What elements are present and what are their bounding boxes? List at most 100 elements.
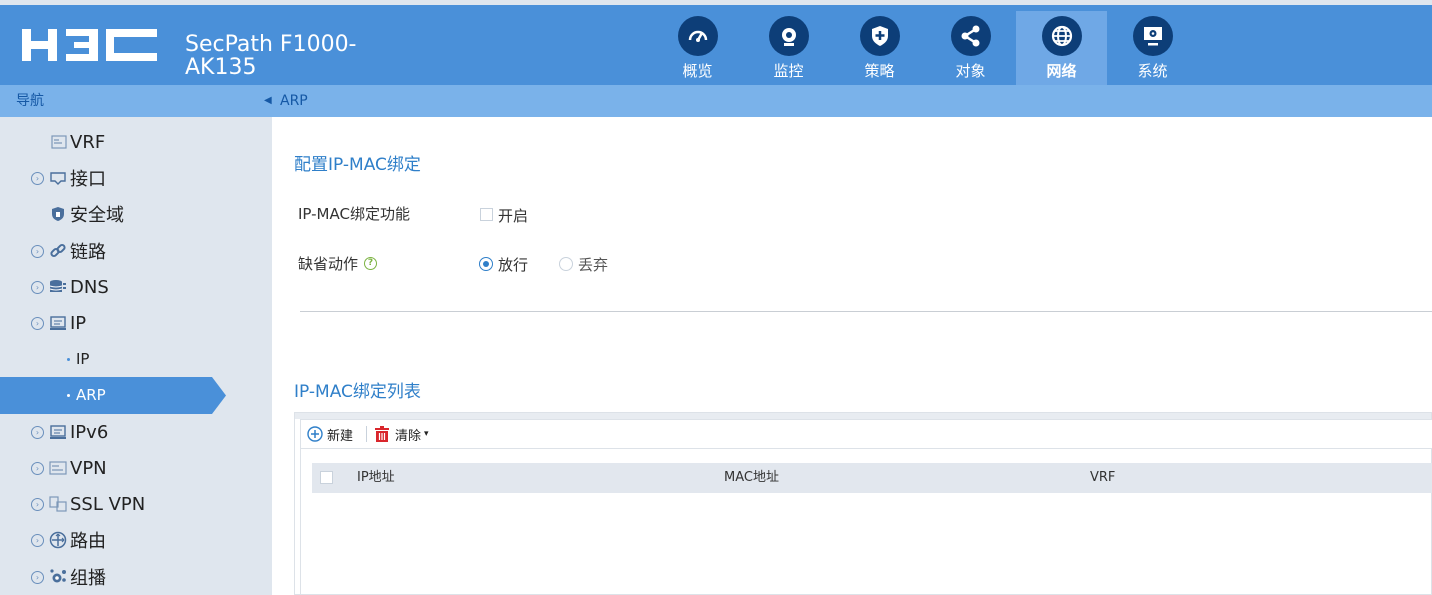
sidebar-item-label: SSL VPN (70, 493, 146, 515)
sidebar-item-label: IP (76, 350, 90, 368)
drop-radio[interactable] (559, 257, 573, 271)
nav-object-label: 对象 (955, 62, 986, 80)
add-circle-icon (307, 426, 323, 442)
multicast-icon (49, 568, 67, 586)
ssl-vpn-icon (49, 495, 67, 513)
sidebar-subitem-arp[interactable]: ARP (0, 377, 272, 413)
table-header-row: IP地址 MAC地址 VRF (312, 463, 1432, 493)
bullet-icon (67, 393, 70, 397)
sidebar-item-label: ARP (76, 386, 106, 404)
caret-down-icon: ▾ (424, 429, 429, 439)
expand-icon[interactable]: › (31, 280, 44, 294)
nav-overview[interactable]: 概览 (652, 11, 743, 85)
clear-button[interactable]: 清除 ▾ (374, 420, 429, 448)
nav-network[interactable]: 网络 (1016, 11, 1107, 85)
h3c-logo (22, 29, 157, 61)
ip-icon (49, 314, 67, 332)
link-icon (49, 242, 67, 260)
header-top-strip (0, 0, 1432, 5)
allow-radio[interactable] (479, 257, 493, 271)
sidebar-item-label: VPN (70, 457, 107, 479)
interface-icon (49, 169, 67, 187)
help-icon[interactable]: ? (364, 257, 377, 270)
sidebar-item-vpn[interactable]: › VPN (0, 450, 272, 486)
nav-monitor-label: 监控 (773, 62, 804, 80)
vrf-icon (50, 133, 68, 151)
product-name-line1: SecPath F1000- (185, 32, 357, 57)
sidebar-item-security-zone[interactable]: 安全域 (0, 196, 272, 232)
sidebar-item-label: 路由 (70, 531, 106, 552)
config-section-title: 配置IP-MAC绑定 (294, 155, 421, 175)
sidebar-item-label: VRF (70, 131, 106, 153)
dns-icon (49, 278, 67, 296)
toolbar-separator (366, 426, 367, 442)
top-nav: 概览 监控 策略 对象 网络 系统 (652, 11, 1198, 85)
sidebar-subitem-ip[interactable]: IP (0, 341, 272, 377)
sidebar: 导航 ◀ VRF › 接口 安全域 › 链路 › DNS › IP IP ARP… (0, 85, 272, 595)
sidebar-item-ssl-vpn[interactable]: › SSL VPN (0, 486, 272, 522)
sidebar-header: 导航 ◀ (0, 85, 272, 117)
nav-policy-label: 策略 (864, 62, 895, 80)
sidebar-item-ipv6[interactable]: › IPv6 (0, 414, 272, 450)
nav-monitor[interactable]: 监控 (743, 11, 834, 85)
shield-plus-icon (859, 16, 900, 56)
sidebar-item-ip[interactable]: › IP (0, 305, 272, 341)
sidebar-item-vrf[interactable]: VRF (0, 124, 272, 160)
routing-icon (49, 531, 67, 549)
list-section-title: IP-MAC绑定列表 (294, 382, 421, 402)
sidebar-item-label: 接口 (70, 169, 106, 190)
nav-policy[interactable]: 策略 (834, 11, 925, 85)
collapse-icon[interactable]: › (31, 316, 44, 330)
column-header-mac[interactable]: MAC地址 (724, 463, 779, 493)
gauge-icon (677, 16, 718, 56)
binding-table: 新建 清除 ▾ IP地址 MAC地址 VRF (294, 412, 1432, 595)
nav-system-label: 系统 (1137, 62, 1168, 80)
globe-icon (1041, 16, 1082, 56)
breadcrumb-bar: ARP (272, 85, 1432, 117)
new-button[interactable]: 新建 (307, 420, 353, 448)
select-all-checkbox[interactable] (320, 471, 333, 484)
breadcrumb: ARP (280, 93, 308, 109)
vpn-icon (49, 459, 67, 477)
clear-button-label: 清除 (395, 428, 422, 444)
share-icon (950, 16, 991, 56)
column-header-vrf[interactable]: VRF (1090, 463, 1115, 493)
security-zone-icon (49, 205, 67, 223)
ipv6-icon (49, 423, 67, 441)
sidebar-item-label: 组播 (70, 568, 106, 589)
column-header-ip[interactable]: IP地址 (357, 463, 395, 493)
allow-radio-label[interactable]: 放行 (498, 254, 528, 275)
expand-icon[interactable]: › (31, 570, 44, 584)
expand-icon[interactable]: › (31, 244, 44, 258)
expand-icon[interactable]: › (31, 461, 44, 475)
expand-icon[interactable]: › (31, 533, 44, 547)
default-action-label: 缺省动作 (298, 255, 359, 273)
expand-icon[interactable]: › (31, 497, 44, 511)
expand-icon[interactable]: › (31, 171, 44, 185)
monitor-settings-icon (1132, 16, 1173, 56)
enable-binding-option-label[interactable]: 开启 (498, 205, 528, 226)
sidebar-item-routing[interactable]: › 路由 (0, 522, 272, 558)
sidebar-item-label: IP (70, 312, 87, 334)
expand-icon[interactable]: › (31, 425, 44, 439)
sidebar-item-link[interactable]: › 链路 (0, 233, 272, 269)
nav-object[interactable]: 对象 (925, 11, 1016, 85)
top-header: SecPath F1000- AK135 概览 监控 策略 对象 网络 系统 (0, 0, 1432, 85)
binding-function-label: IP-MAC绑定功能 (298, 205, 410, 223)
trash-icon (374, 425, 390, 443)
sidebar-item-label: IPv6 (70, 421, 109, 443)
sidebar-item-label: 安全域 (70, 205, 124, 226)
nav-overview-label: 概览 (682, 62, 713, 80)
webcam-icon (768, 16, 809, 56)
nav-system[interactable]: 系统 (1107, 11, 1198, 85)
sidebar-item-dns[interactable]: › DNS (0, 269, 272, 305)
bullet-icon (67, 357, 70, 361)
enable-binding-checkbox[interactable] (480, 208, 493, 221)
sidebar-item-multicast[interactable]: › 组播 (0, 559, 272, 595)
drop-radio-label[interactable]: 丢弃 (578, 254, 608, 275)
product-name-line2: AK135 (185, 55, 257, 80)
product-name: SecPath F1000- AK135 (185, 33, 357, 79)
section-divider (300, 311, 1432, 312)
sidebar-item-interface[interactable]: › 接口 (0, 160, 272, 196)
collapse-sidebar-icon[interactable]: ◀ (264, 94, 272, 108)
